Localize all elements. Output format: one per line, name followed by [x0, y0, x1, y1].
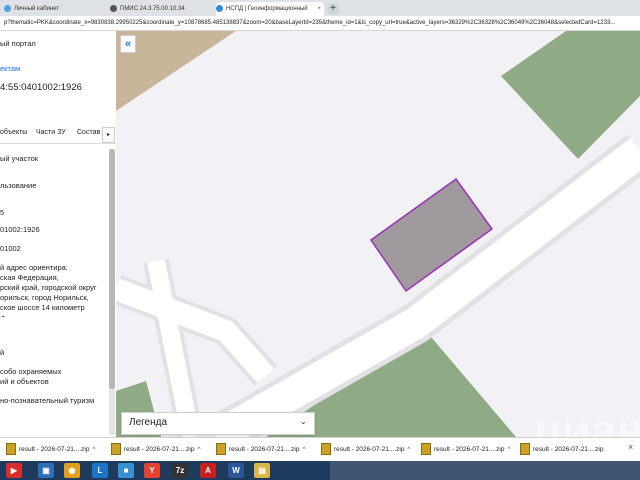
lync-icon[interactable]: L [92, 463, 108, 478]
caret-up-icon[interactable]: ^ [302, 446, 305, 453]
download-filename: result - 2026-07-21....zip [124, 446, 195, 453]
chevron-down-icon: ⌄ [300, 417, 307, 426]
expand-chevron-icon[interactable]: ⌃ [0, 314, 6, 323]
download-item[interactable]: result - 2026-07-21....zip ^ [421, 442, 511, 458]
zip-file-icon [321, 443, 331, 456]
caret-up-icon[interactable]: ^ [507, 446, 510, 453]
info-line: й [0, 348, 5, 357]
zip-file-icon [216, 443, 226, 456]
download-filename: result - 2026-07-21....zip [229, 446, 300, 453]
back-to-objects-link[interactable]: ектам [0, 64, 20, 73]
download-filename: result - 2026-07-21....zip [19, 446, 90, 453]
map-canvas[interactable]: циан ID 332 [116, 31, 640, 437]
tab-parts[interactable]: Части ЗУ [36, 129, 66, 136]
7zip-icon[interactable]: 7z [172, 463, 188, 478]
tab-pmis[interactable]: ПМИС 24.3.75.00.10.34 [110, 2, 210, 16]
download-filename: result - 2026-07-21....zip [334, 446, 405, 453]
taskbar-preview-strip [330, 461, 640, 480]
download-item[interactable]: result - 2026-07-21....zip ^ [321, 442, 411, 458]
tab-composition[interactable]: Состав [77, 129, 100, 136]
legend-dropdown[interactable]: Легенда ⌄ [121, 412, 315, 435]
download-item[interactable]: result - 2026-07-21....zip ^ [216, 442, 306, 458]
caret-up-icon[interactable]: ^ [407, 446, 410, 453]
windows-taskbar: ▶ ▣ ◉ L ■ Y 7z A W ▤ [0, 461, 640, 480]
info-line: й адрес ориентира: [0, 263, 68, 272]
caret-up-icon[interactable]: ^ [92, 446, 95, 453]
chrome-icon[interactable]: ◉ [64, 463, 80, 478]
panel-tabs: объекты Части ЗУ Состав ▸ [0, 127, 116, 144]
caret-up-icon[interactable]: ^ [197, 446, 200, 453]
tab-nspd[interactable]: НСПД | Геоинформационный × [216, 2, 324, 16]
file-manager-icon[interactable]: ▤ [254, 463, 270, 478]
watermark-text: циан [534, 404, 640, 437]
tab-label: Личный кабинет [14, 6, 60, 12]
browser-tab-bar: Личный кабинет ПМИС 24.3.75.00.10.34 НСП… [0, 0, 640, 16]
tab-favicon-icon [216, 4, 223, 12]
word-icon[interactable]: W [228, 463, 244, 478]
collapse-panel-button[interactable]: « [120, 35, 136, 53]
tab-close-icon[interactable]: × [317, 2, 321, 16]
portal-title: ый портал [0, 39, 36, 48]
address-bar[interactable]: p?thematic=PKK&coordinate_x=9830838.2995… [0, 16, 640, 31]
zip-file-icon [421, 443, 431, 456]
download-filename: result - 2026-07-21....zip [434, 446, 505, 453]
tab-label: ПМИС 24.3.75.00.10.34 [120, 6, 185, 12]
tab-objects[interactable]: объекты [0, 129, 27, 136]
download-item[interactable]: result - 2026-07-21....zip [520, 442, 603, 458]
download-item[interactable]: result - 2026-07-21....zip ^ [6, 442, 96, 458]
info-line: льзование [0, 181, 37, 190]
new-tab-button[interactable]: + [327, 3, 339, 15]
pdf-reader-icon[interactable]: A [200, 463, 216, 478]
info-line: ий и объектов [0, 377, 49, 386]
scrollbar-thumb[interactable] [109, 149, 115, 389]
info-line: ская Федерация, [0, 273, 59, 282]
tab-favicon-icon [4, 4, 11, 12]
start-icon[interactable]: ▶ [6, 463, 22, 478]
download-bar: result - 2026-07-21....zip ^ result - 202… [0, 437, 640, 462]
panel-scrollbar[interactable] [109, 149, 115, 435]
download-item[interactable]: result - 2026-07-21....zip ^ [111, 442, 201, 458]
legend-label: Легенда [129, 417, 168, 428]
close-download-bar-icon[interactable]: × [628, 442, 633, 452]
yandex-browser-icon[interactable]: Y [144, 463, 160, 478]
explorer-icon[interactable]: ▣ [38, 463, 54, 478]
tab-favicon-icon [110, 4, 117, 12]
download-filename: result - 2026-07-21....zip [533, 446, 604, 453]
app-icon[interactable]: ■ [118, 463, 134, 478]
green-area-top-right [501, 31, 640, 159]
cadastral-number-title: 4:55:0401002:1926 [0, 82, 82, 93]
object-info-panel: ый портал ектам 4:55:0401002:1926 объект… [0, 31, 117, 437]
url-text: p?thematic=PKK&coordinate_x=9830838.2995… [4, 20, 616, 26]
tab-label: НСПД | Геоинформационный [226, 6, 308, 12]
info-line: орильск, город Норильск, [0, 293, 89, 302]
info-line: 5 [0, 208, 5, 217]
info-line: ый участок [0, 154, 39, 163]
tab-personal-cabinet[interactable]: Личный кабинет [4, 2, 104, 16]
map-layer [116, 31, 640, 437]
info-line: ское шоссе 14 километр [0, 303, 85, 312]
info-line: собо охраняемых [0, 367, 62, 376]
info-line: но-познавательный туризм [0, 396, 95, 405]
info-line: 01002 [0, 244, 21, 253]
zip-file-icon [6, 443, 16, 456]
info-line: 01002:1926 [0, 225, 40, 234]
info-line: рский край, городской округ [0, 283, 97, 292]
tabs-scroll-right-button[interactable]: ▸ [102, 127, 115, 143]
zip-file-icon [520, 443, 530, 456]
zip-file-icon [111, 443, 121, 456]
